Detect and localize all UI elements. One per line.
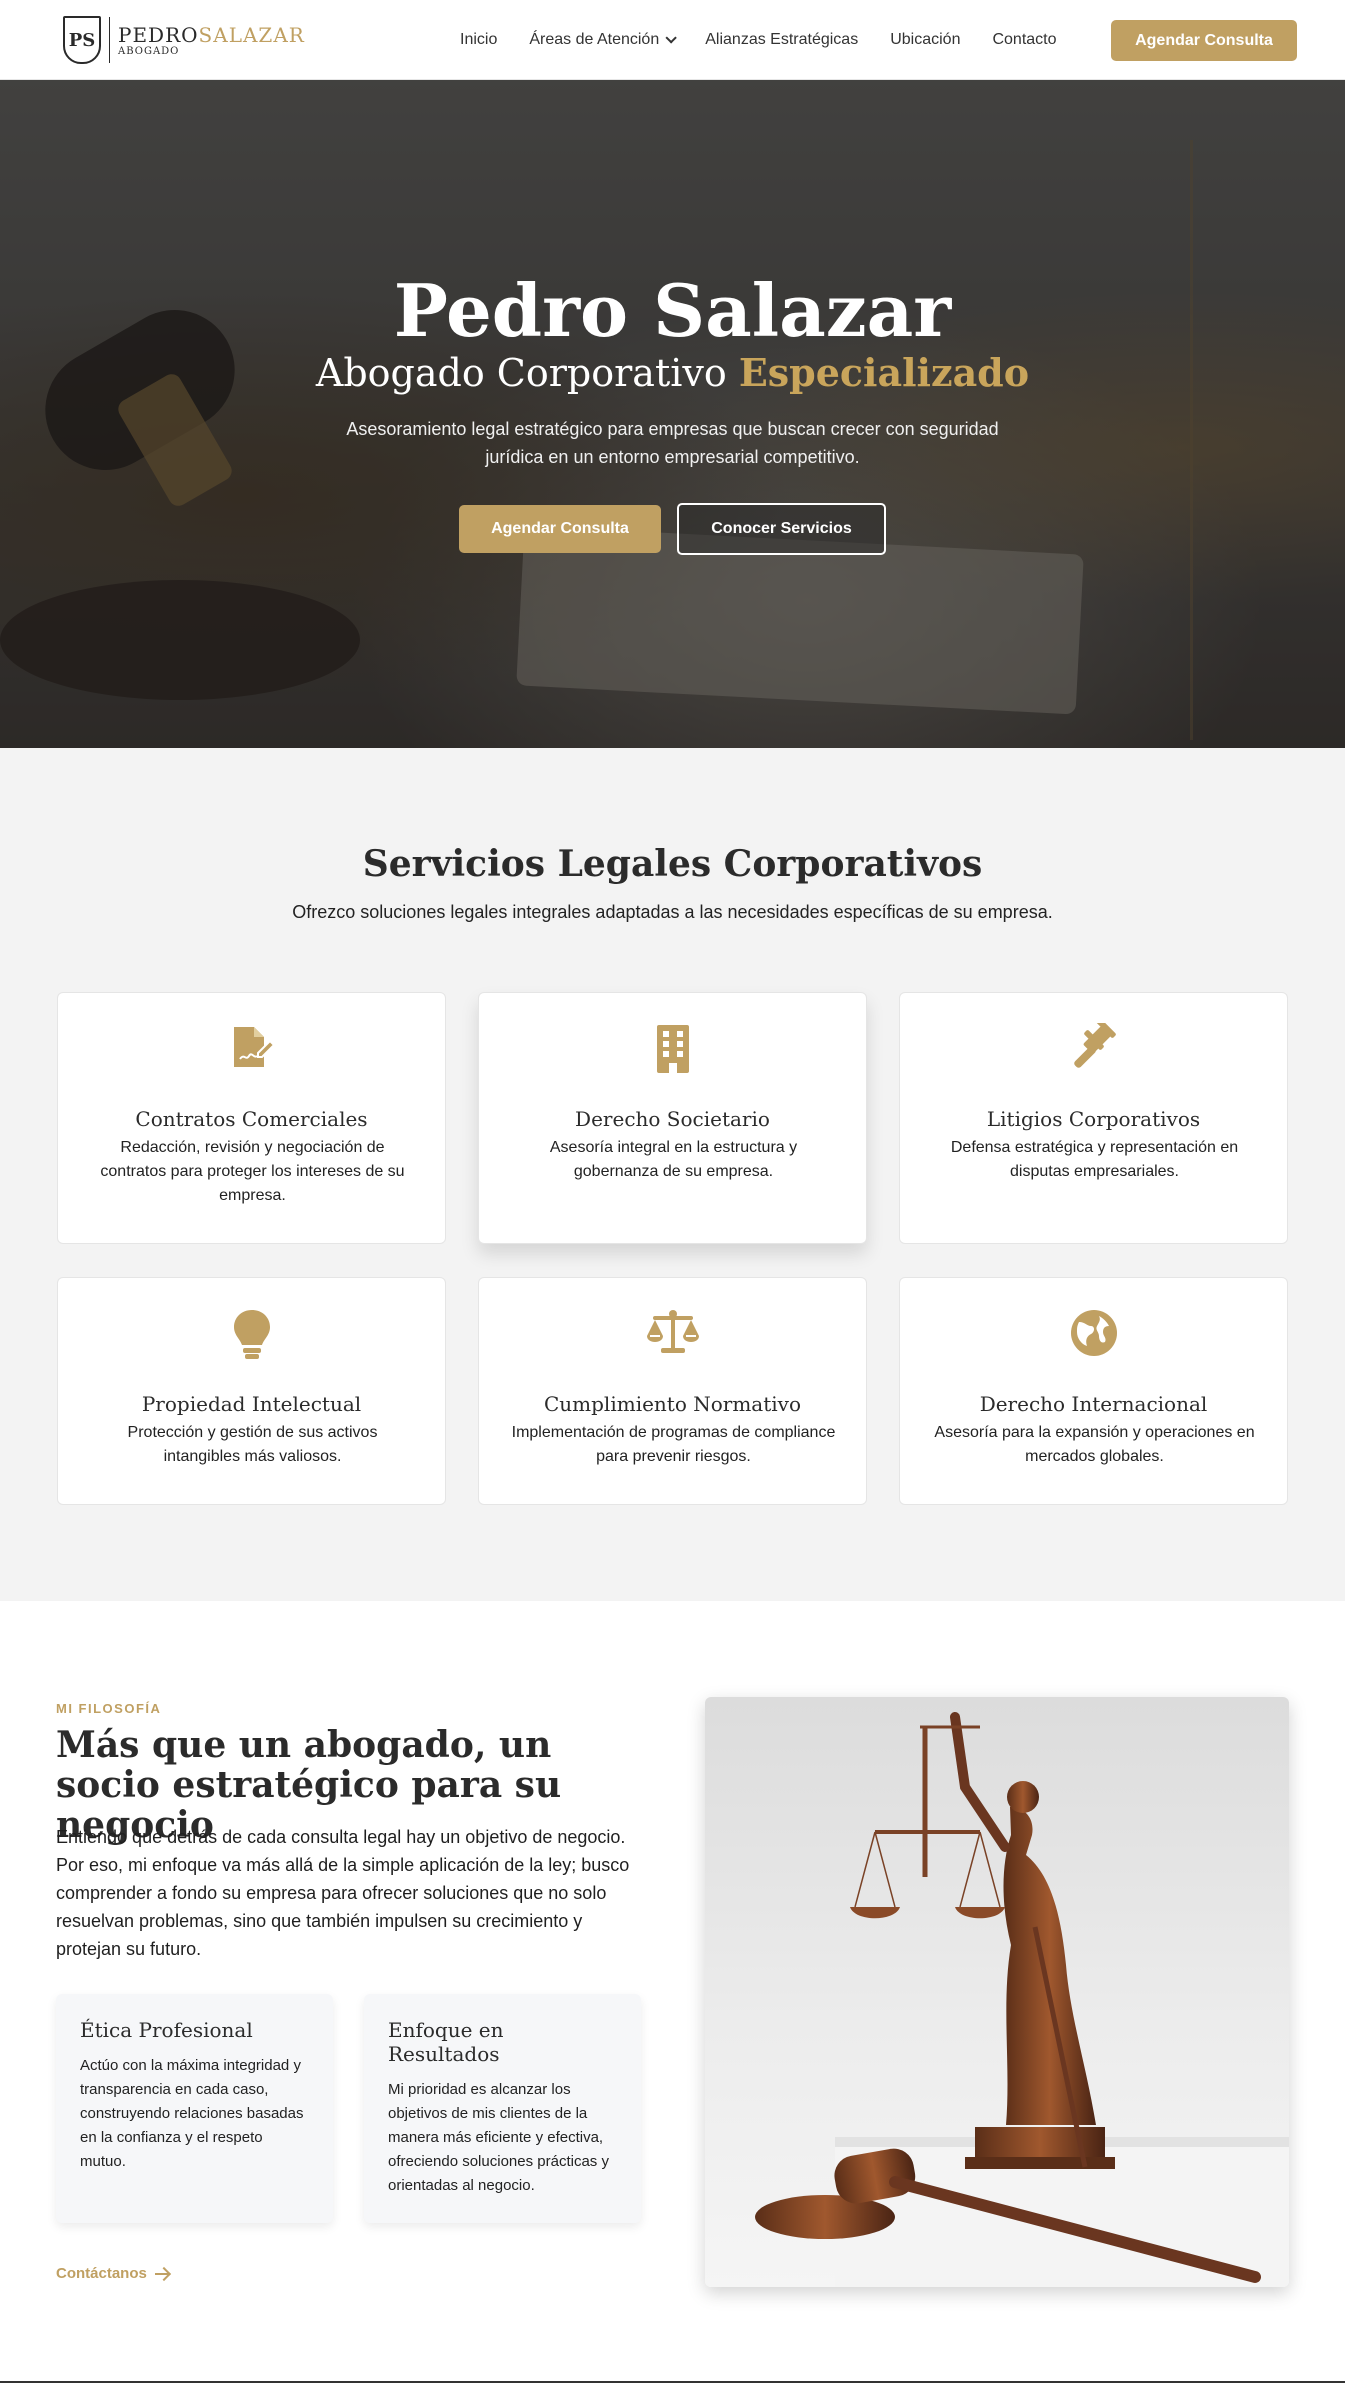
hero-services-button[interactable]: Conocer Servicios (677, 503, 886, 555)
service-title: Litigios Corporativos (986, 1107, 1201, 1131)
arrow-right-icon (154, 2272, 169, 2275)
hero-section: Pedro Salazar Abogado Corporativo Especi… (0, 80, 1345, 748)
hero-description: Asesoramiento legal estratégico para emp… (346, 419, 999, 467)
philosophy-eyebrow: MI FILOSOFÍA (56, 1701, 162, 1716)
service-description: Implementación de programas de complianc… (511, 1424, 836, 1465)
service-description: Defensa estratégica y representación en … (950, 1139, 1239, 1180)
services-description: Ofrezco soluciones legales integrales ad… (292, 902, 1053, 922)
service-card[interactable]: Cumplimiento Normativo Implementación de… (478, 1277, 867, 1505)
philosophy-body: Entiendo que detrás de cada consulta leg… (56, 1827, 630, 1959)
value-card: Ética Profesional Actúo con la máxima in… (56, 1994, 333, 2223)
lightbulb-icon (58, 1308, 445, 1360)
chevron-down-icon (665, 32, 678, 44)
site-header: PS PEDROSALAZAR ABOGADO Inicio Áreas de … (0, 0, 1345, 80)
nav-areas[interactable]: Áreas de Atención (529, 31, 678, 49)
hero-overlay (0, 80, 1345, 748)
globe-icon (900, 1308, 1287, 1358)
value-title: Ética Profesional (80, 2018, 253, 2042)
file-contract-icon (58, 1023, 445, 1071)
logo[interactable]: PS PEDROSALAZAR ABOGADO (63, 16, 305, 64)
value-description: Mi prioridad es alcanzar los objetivos d… (388, 2081, 609, 2194)
header-schedule-button[interactable]: Agendar Consulta (1111, 20, 1297, 61)
service-card[interactable]: Litigios Corporativos Defensa estratégic… (899, 992, 1288, 1244)
hero-schedule-button[interactable]: Agendar Consulta (459, 505, 661, 553)
value-card: Enfoque en Resultados Mi prioridad es al… (364, 1994, 641, 2223)
hero-title: Pedro Salazar (393, 268, 952, 353)
nav-label: Alianzas Estratégicas (705, 31, 859, 48)
nav-label: Áreas de Atención (529, 31, 660, 48)
hero-subtitle: Abogado Corporativo Especializado (0, 350, 1345, 395)
justice-statue-illustration (755, 1712, 1289, 2287)
service-description: Protección y gestión de sus activos inta… (127, 1424, 378, 1465)
logo-last-name: SALAZAR (198, 22, 305, 47)
service-description: Redacción, revisión y negociación de con… (100, 1139, 405, 1204)
nav-inicio[interactable]: Inicio (460, 31, 497, 49)
service-title: Derecho Societario (575, 1107, 770, 1131)
contact-link[interactable]: Contáctanos (56, 2265, 169, 2282)
logo-subtitle: ABOGADO (118, 45, 180, 57)
service-description: Asesoría para la expansión y operaciones… (934, 1424, 1255, 1465)
service-card[interactable]: Derecho Societario Asesoría integral en … (478, 992, 867, 1244)
main-nav: Inicio Áreas de Atención Alianzas Estrat… (460, 0, 1057, 80)
service-card[interactable]: Derecho Internacional Asesoría para la e… (899, 1277, 1288, 1505)
justice-statue-image (705, 1697, 1289, 2287)
service-title: Derecho Internacional (979, 1392, 1208, 1416)
contact-link-label: Contáctanos (56, 2265, 147, 2282)
logo-first-name: PEDRO (118, 22, 199, 47)
hero-subtitle-main: Abogado Corporativo (315, 351, 727, 395)
value-description: Actúo con la máxima integridad y transpa… (80, 2057, 304, 2170)
logo-text: PEDROSALAZAR ABOGADO (118, 24, 305, 57)
logo-monogram: PS (63, 16, 101, 64)
service-card[interactable]: Propiedad Intelectual Protección y gesti… (57, 1277, 446, 1505)
services-title: Servicios Legales Corporativos (362, 843, 983, 885)
service-title: Cumplimiento Normativo (543, 1392, 802, 1416)
nav-label: Inicio (460, 31, 498, 48)
nav-label: Ubicación (890, 31, 961, 48)
service-card[interactable]: Contratos Comerciales Redacción, revisió… (57, 992, 446, 1244)
logo-name: PEDROSALAZAR (118, 24, 305, 46)
building-icon (479, 1023, 866, 1075)
nav-alianzas[interactable]: Alianzas Estratégicas (705, 31, 858, 49)
nav-contacto[interactable]: Contacto (992, 31, 1056, 49)
hero-buttons: Agendar Consulta Conocer Servicios (0, 503, 1345, 555)
gavel-icon (900, 1023, 1287, 1075)
logo-divider (109, 17, 110, 63)
service-title: Propiedad Intelectual (141, 1392, 362, 1416)
service-description: Asesoría integral en la estructura y gob… (549, 1139, 798, 1180)
philosophy-section: MI FILOSOFÍA Más que un abogado, un soci… (0, 1601, 1345, 2383)
nav-label: Contacto (992, 31, 1057, 48)
hero-subtitle-accent: Especializado (738, 350, 1030, 395)
value-title: Enfoque en Resultados (388, 2018, 504, 2066)
service-title: Contratos Comerciales (135, 1107, 368, 1131)
nav-ubicacion[interactable]: Ubicación (890, 31, 960, 49)
balance-scale-icon (479, 1308, 866, 1356)
services-section: Servicios Legales Corporativos Ofrezco s… (0, 748, 1345, 1601)
